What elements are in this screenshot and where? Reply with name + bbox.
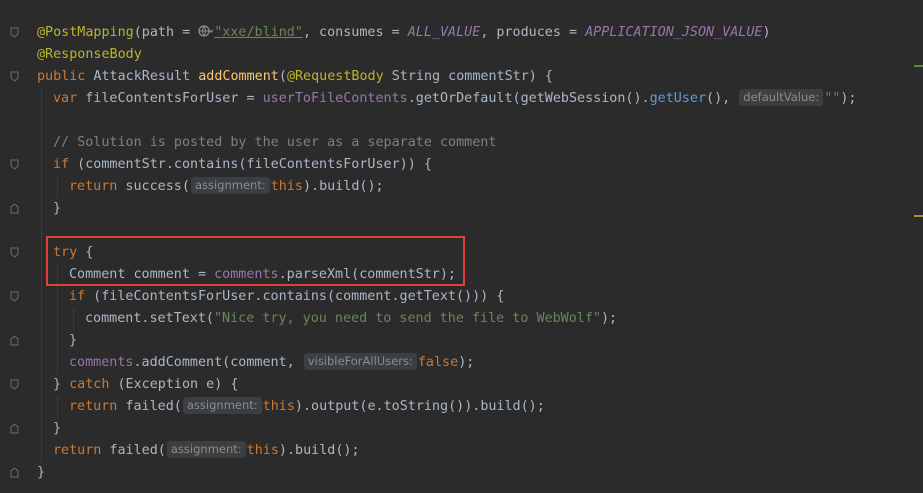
fold-marker-icon[interactable] — [10, 247, 19, 258]
code-line-method-signature: public AttackResult addComment(@RequestB… — [37, 69, 553, 84]
code-line-if-get-text: if (fileContentsForUser.contains(comment… — [69, 289, 505, 304]
parameter-hint: defaultValue: — [739, 89, 824, 106]
code-line-return-failed-output: return failed(assignment: this).output(e.… — [69, 397, 545, 414]
fold-marker-icon[interactable] — [10, 27, 19, 38]
code-line-close-brace: } — [53, 421, 62, 436]
code-line-return-success: return success(assignment: this).build(); — [69, 177, 384, 194]
code-line-return-failed: return failed(assignment: this).build(); — [53, 441, 360, 458]
code-line-response-body: @ResponseBody — [37, 47, 142, 62]
fold-end-icon[interactable] — [10, 335, 19, 346]
code-line-comment: // Solution is posted by the user as a s… — [53, 135, 497, 150]
code-line-close-brace: } — [69, 333, 78, 348]
scrollbar-marker-green[interactable] — [914, 65, 923, 67]
indent-guide — [57, 396, 58, 418]
scrollbar-marker-yellow[interactable] — [914, 215, 923, 217]
fold-marker-icon[interactable] — [10, 291, 19, 302]
parameter-hint: assignment: — [182, 397, 262, 414]
code-line-post-mapping: @PostMapping(path = "xxe/blind", consume… — [37, 24, 771, 40]
editor-gutter — [0, 0, 30, 493]
fold-end-icon[interactable] — [10, 467, 19, 478]
indent-guide — [73, 308, 74, 330]
indent-guide — [57, 176, 58, 198]
code-line-add-comment: comments.addComment(comment, visibleForA… — [69, 353, 475, 370]
highlight-box — [46, 236, 465, 286]
parameter-hint: visibleForAllUsers: — [303, 353, 417, 370]
fold-end-icon[interactable] — [10, 423, 19, 434]
code-line-if-contains: if (commentStr.contains(fileContentsForU… — [53, 157, 432, 172]
fold-marker-icon[interactable] — [10, 159, 19, 170]
fold-marker-icon[interactable] — [10, 379, 19, 390]
code-line-close-brace: } — [37, 465, 46, 480]
parameter-hint: assignment: — [166, 441, 246, 458]
code-line-catch: } catch (Exception e) { — [53, 377, 239, 392]
code-line-file-contents: var fileContentsForUser = userToFileCont… — [53, 89, 857, 106]
url-globe-icon[interactable] — [198, 24, 214, 38]
indent-guide — [41, 88, 42, 462]
fold-marker-icon[interactable] — [10, 71, 19, 82]
code-line-close-brace: } — [53, 201, 62, 216]
code-line-set-text: comment.setText("Nice try, you need to s… — [85, 311, 618, 326]
parameter-hint: assignment: — [190, 177, 270, 194]
fold-end-icon[interactable] — [10, 203, 19, 214]
